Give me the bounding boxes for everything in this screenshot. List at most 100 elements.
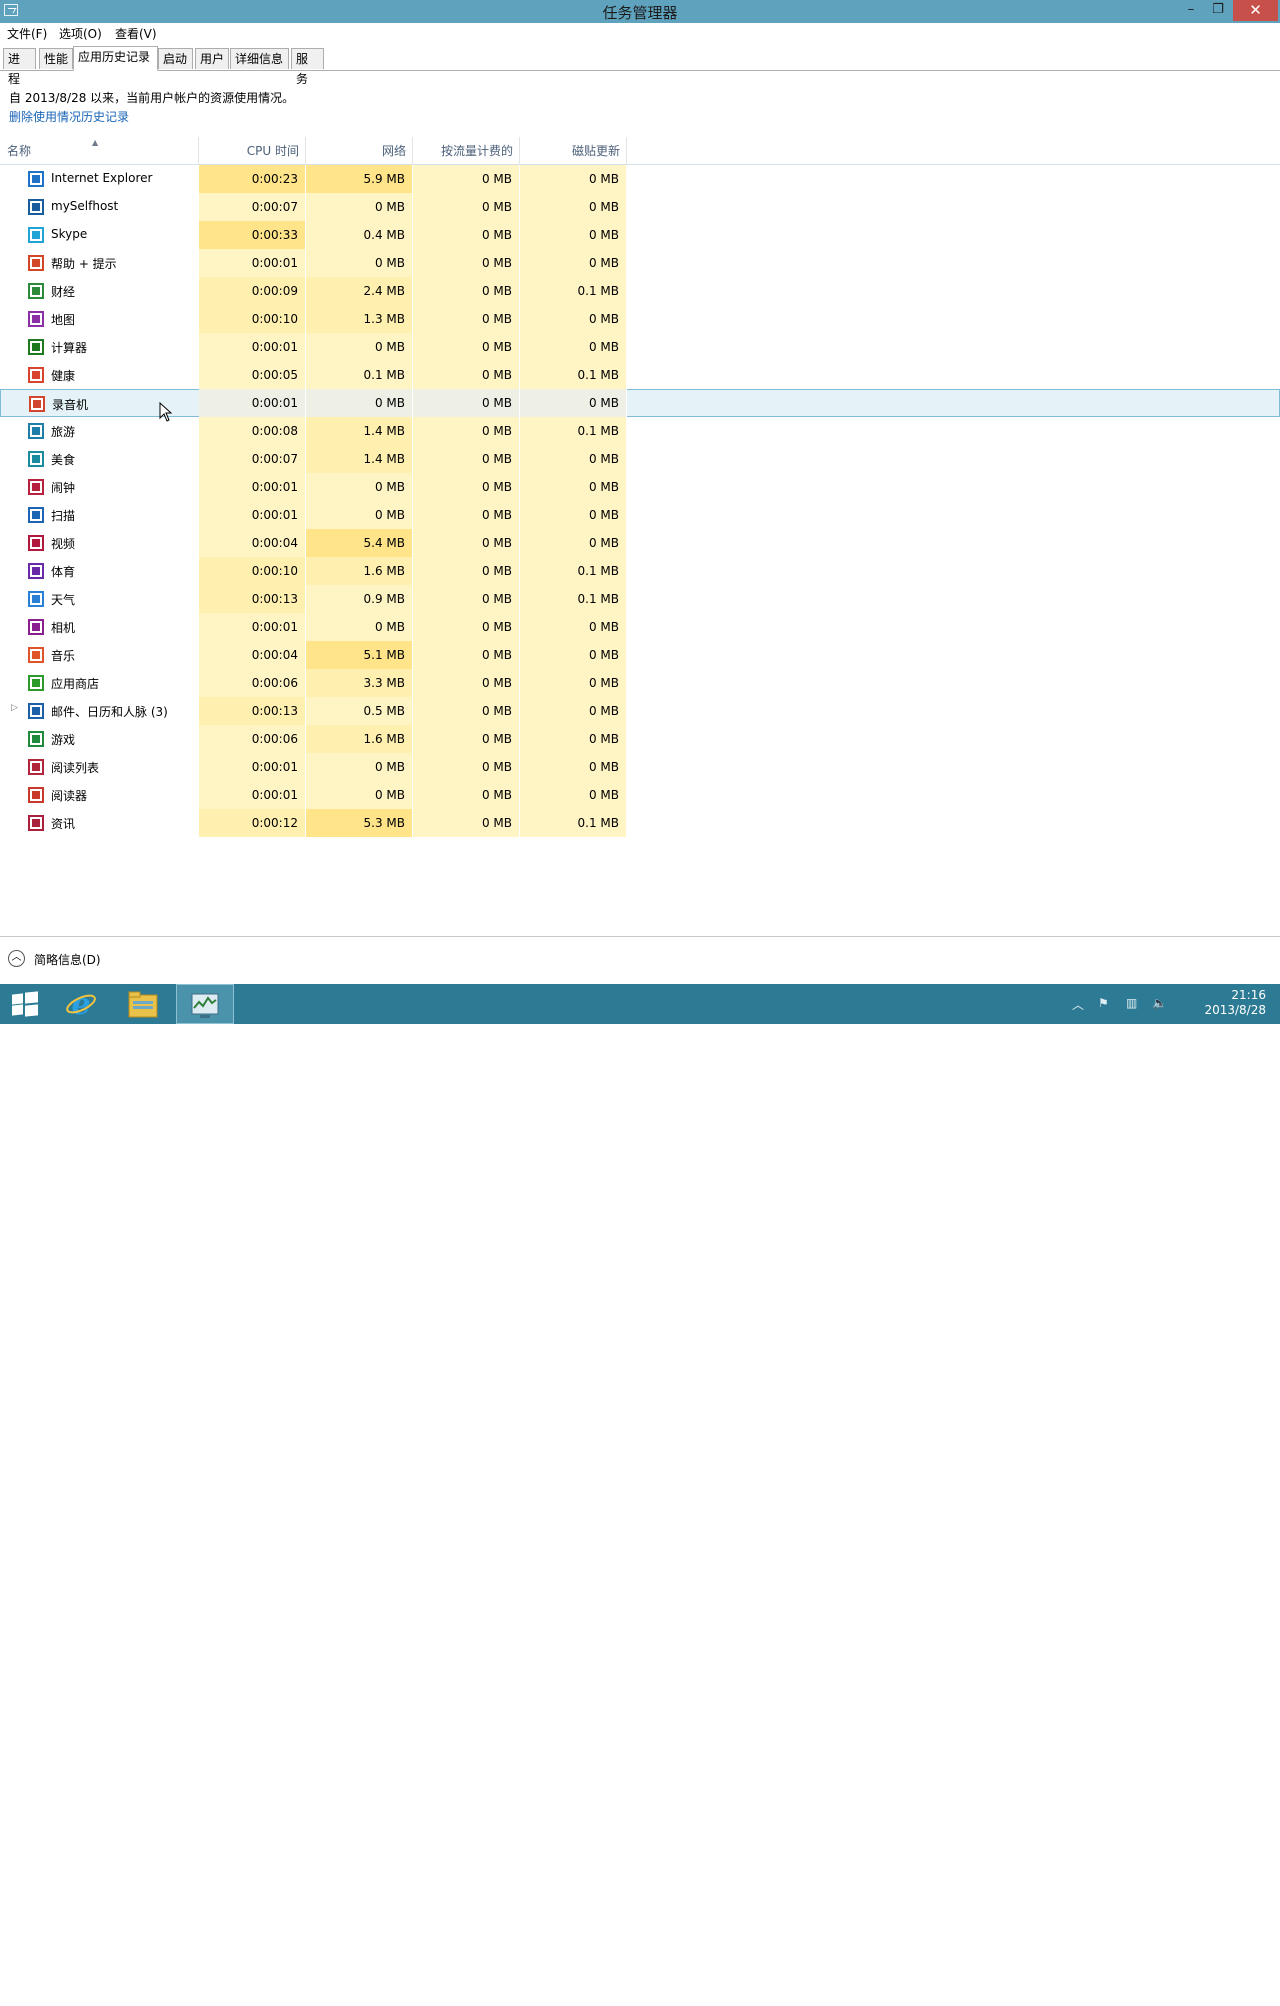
column-header-tile-updates[interactable]: 磁贴更新 <box>520 137 627 164</box>
metered-network-cell: 0 MB <box>413 557 520 585</box>
expand-arrow-icon[interactable]: ▷ <box>11 703 18 713</box>
app-name: 相机 <box>51 621 76 635</box>
table-row[interactable]: 应用商店 0:00:06 3.3 MB 0 MB 0 MB <box>0 669 1280 697</box>
video-icon <box>28 535 44 551</box>
network-icon[interactable]: ▥ <box>1126 996 1137 1010</box>
table-row[interactable]: 资讯 0:00:12 5.3 MB 0 MB 0.1 MB <box>0 809 1280 837</box>
tile-updates-cell: 0 MB <box>520 333 627 361</box>
menu-options[interactable]: 选项(O) <box>59 25 102 42</box>
table-row[interactable]: 健康 0:00:05 0.1 MB 0 MB 0.1 MB <box>0 361 1280 389</box>
column-header-network[interactable]: 网络 <box>306 137 413 164</box>
column-header-cpu-time[interactable]: CPU 时间 <box>199 137 306 164</box>
cpu-time-cell: 0:00:01 <box>199 389 306 417</box>
network-cell: 5.4 MB <box>306 529 413 557</box>
table-row[interactable]: 游戏 0:00:06 1.6 MB 0 MB 0 MB <box>0 725 1280 753</box>
travel-icon <box>28 423 44 439</box>
tile-updates-cell: 0 MB <box>520 473 627 501</box>
table-row[interactable]: 阅读列表 0:00:01 0 MB 0 MB 0 MB <box>0 753 1280 781</box>
tab-startup[interactable]: 启动 <box>158 48 193 69</box>
selfhost-icon <box>28 199 44 215</box>
scan-icon <box>28 507 44 523</box>
taskbar-clock[interactable]: 21:16 2013/8/28 <box>1204 988 1266 1018</box>
metered-network-cell: 0 MB <box>413 249 520 277</box>
tab-details[interactable]: 详细信息 <box>230 48 289 69</box>
cpu-time-cell: 0:00:10 <box>199 557 306 585</box>
app-name: 阅读器 <box>51 789 88 803</box>
metered-network-cell: 0 MB <box>413 697 520 725</box>
table-row[interactable]: ▷ 邮件、日历和人脉 (3) 0:00:13 0.5 MB 0 MB 0 MB <box>0 697 1280 725</box>
metered-network-cell: 0 MB <box>413 781 520 809</box>
tile-updates-cell: 0 MB <box>520 613 627 641</box>
table-row[interactable]: 视频 0:00:04 5.4 MB 0 MB 0 MB <box>0 529 1280 557</box>
app-name: 计算器 <box>51 341 88 355</box>
windows-logo-icon <box>12 991 38 1017</box>
menu-file[interactable]: 文件(F) <box>7 25 47 42</box>
table-row[interactable]: 扫描 0:00:01 0 MB 0 MB 0 MB <box>0 501 1280 529</box>
delete-usage-history-link[interactable]: 删除使用情况历史记录 <box>9 108 129 125</box>
network-cell: 5.9 MB <box>306 165 413 193</box>
metered-network-cell: 0 MB <box>413 669 520 697</box>
volume-icon[interactable]: 🔈 <box>1152 996 1167 1010</box>
show-hidden-icons-icon[interactable]: ︿ <box>1072 996 1084 1013</box>
tab-users[interactable]: 用户 <box>195 48 229 69</box>
table-row[interactable]: 旅游 0:00:08 1.4 MB 0 MB 0.1 MB <box>0 417 1280 445</box>
app-name: 天气 <box>51 593 76 607</box>
network-cell: 0 MB <box>306 613 413 641</box>
table-row[interactable]: 美食 0:00:07 1.4 MB 0 MB 0 MB <box>0 445 1280 473</box>
maps-icon <box>28 311 44 327</box>
menu-view[interactable]: 查看(V) <box>115 25 157 42</box>
footer-divider <box>0 936 1280 937</box>
app-name: 体育 <box>51 565 76 579</box>
table-row[interactable]: 录音机 0:00:01 0 MB 0 MB 0 MB <box>0 389 1280 417</box>
watermark-text: The Collection Book <box>1092 1974 1261 1994</box>
start-button[interactable] <box>0 984 50 1024</box>
table-row[interactable]: 音乐 0:00:04 5.1 MB 0 MB 0 MB <box>0 641 1280 669</box>
metered-network-cell: 0 MB <box>413 193 520 221</box>
table-row[interactable]: Internet Explorer 0:00:23 5.9 MB 0 MB 0 MB <box>0 165 1280 193</box>
tab-services[interactable]: 服务 <box>291 48 324 86</box>
minimize-button[interactable]: – <box>1178 0 1204 21</box>
tile-updates-cell: 0.1 MB <box>520 417 627 445</box>
network-cell: 0 MB <box>306 333 413 361</box>
taskbar-internet-explorer[interactable]: e <box>52 984 110 1024</box>
table-row[interactable]: 计算器 0:00:01 0 MB 0 MB 0 MB <box>0 333 1280 361</box>
table-row[interactable]: 地图 0:00:10 1.3 MB 0 MB 0 MB <box>0 305 1280 333</box>
table-row[interactable]: 相机 0:00:01 0 MB 0 MB 0 MB <box>0 613 1280 641</box>
table-row[interactable]: 天气 0:00:13 0.9 MB 0 MB 0.1 MB <box>0 585 1280 613</box>
table-row[interactable]: 财经 0:00:09 2.4 MB 0 MB 0.1 MB <box>0 277 1280 305</box>
tab-processes[interactable]: 进程 <box>3 48 36 86</box>
table-row[interactable]: 闹钟 0:00:01 0 MB 0 MB 0 MB <box>0 473 1280 501</box>
app-name: 财经 <box>51 285 76 299</box>
calculator-icon <box>28 339 44 355</box>
table-row[interactable]: 帮助 + 提示 0:00:01 0 MB 0 MB 0 MB <box>0 249 1280 277</box>
cpu-time-cell: 0:00:07 <box>199 193 306 221</box>
table-row[interactable]: 体育 0:00:10 1.6 MB 0 MB 0.1 MB <box>0 557 1280 585</box>
tile-updates-cell: 0 MB <box>520 193 627 221</box>
action-center-flag-icon[interactable]: ⚑ <box>1098 996 1109 1010</box>
table-row[interactable]: 阅读器 0:00:01 0 MB 0 MB 0 MB <box>0 781 1280 809</box>
column-header-name[interactable]: 名称 <box>0 137 199 164</box>
metered-network-cell: 0 MB <box>413 641 520 669</box>
metered-network-cell: 0 MB <box>413 165 520 193</box>
cpu-time-cell: 0:00:10 <box>199 305 306 333</box>
clock-date: 2013/8/28 <box>1204 1003 1266 1017</box>
close-button[interactable]: ✕ <box>1233 0 1278 21</box>
network-cell: 1.6 MB <box>306 557 413 585</box>
tab-app-history[interactable]: 应用历史记录 <box>73 46 158 71</box>
network-cell: 0 MB <box>306 473 413 501</box>
app-name: 健康 <box>51 369 76 383</box>
taskbar-file-explorer[interactable] <box>114 984 172 1024</box>
window-title: 任务管理器 <box>602 4 678 22</box>
tile-updates-cell: 0.1 MB <box>520 585 627 613</box>
table-row[interactable]: Skype 0:00:33 0.4 MB 0 MB 0 MB <box>0 221 1280 249</box>
column-header-metered-network[interactable]: 按流量计费的网... <box>413 137 520 186</box>
app-name: 扫描 <box>51 509 76 523</box>
tab-performance[interactable]: 性能 <box>39 48 73 69</box>
taskbar-task-manager[interactable] <box>176 984 234 1024</box>
tile-updates-cell: 0 MB <box>520 249 627 277</box>
network-cell: 1.4 MB <box>306 445 413 473</box>
table-row[interactable]: mySelfhost 0:00:07 0 MB 0 MB 0 MB <box>0 193 1280 221</box>
network-cell: 3.3 MB <box>306 669 413 697</box>
maximize-button[interactable]: ❐ <box>1205 0 1231 21</box>
music-icon <box>28 647 44 663</box>
